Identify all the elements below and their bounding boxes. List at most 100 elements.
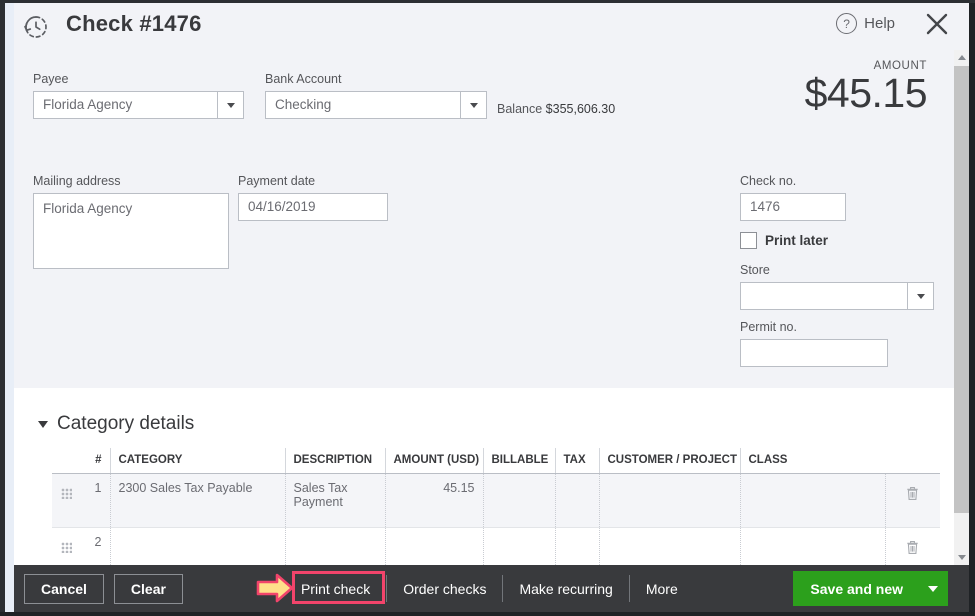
- more-button[interactable]: More: [630, 574, 694, 604]
- th-amount: AMOUNT (USD): [385, 448, 483, 474]
- amount-display: AMOUNT $45.15: [805, 60, 927, 114]
- th-description: DESCRIPTION: [285, 448, 385, 474]
- window-left-accent: [5, 0, 14, 616]
- check-no-field-group: Check no. 1476: [740, 174, 846, 221]
- row-drag-handle[interactable]: [52, 474, 80, 528]
- table-row[interactable]: 1 2300 Sales Tax Payable Sales Tax Payme…: [52, 474, 940, 528]
- window-top-border: [0, 0, 975, 3]
- cell-customer-project[interactable]: [599, 474, 740, 528]
- drag-handle-icon: [61, 488, 72, 499]
- mailing-address-label: Mailing address: [33, 174, 229, 188]
- triangle-down-icon: [38, 421, 48, 428]
- cell-billable[interactable]: [483, 474, 555, 528]
- chevron-down-icon: [470, 103, 478, 108]
- amount-value: $45.15: [805, 73, 927, 114]
- payment-date-input[interactable]: 04/16/2019: [238, 193, 388, 221]
- cell-description[interactable]: Sales Tax Payment: [285, 474, 385, 528]
- mailing-address-input[interactable]: [33, 193, 229, 269]
- dialog-header: Check #1476 ? Help: [14, 3, 969, 50]
- th-customer-project: CUSTOMER / PROJECT: [599, 448, 740, 474]
- save-and-new-button[interactable]: Save and new: [793, 571, 948, 606]
- trash-icon: [906, 540, 919, 555]
- permit-no-field-group: Permit no.: [740, 320, 888, 367]
- category-details-table: # CATEGORY DESCRIPTION AMOUNT (USD) BILL…: [52, 448, 940, 582]
- payment-date-label: Payment date: [238, 174, 388, 188]
- store-label: Store: [740, 263, 934, 277]
- th-grip: [52, 448, 80, 474]
- trash-icon: [906, 486, 919, 501]
- window-right-border: [969, 0, 975, 616]
- order-checks-button[interactable]: Order checks: [387, 574, 502, 604]
- th-billable: BILLABLE: [483, 448, 555, 474]
- print-later-checkbox[interactable]: [740, 232, 757, 249]
- chevron-down-icon: [227, 103, 235, 108]
- bank-account-field-group: Bank Account Checking: [265, 72, 487, 119]
- account-balance: Balance $355,606.30: [497, 102, 615, 116]
- cell-tax[interactable]: [555, 474, 599, 528]
- cell-category[interactable]: 2300 Sales Tax Payable: [110, 474, 285, 528]
- window-bottom-border: [0, 612, 975, 616]
- clock-history-icon[interactable]: [20, 11, 52, 43]
- category-details-toggle[interactable]: Category details: [38, 413, 194, 435]
- balance-label: Balance: [497, 102, 542, 116]
- print-later-label: Print later: [765, 233, 828, 248]
- save-and-new-label: Save and new: [793, 581, 918, 597]
- payee-combobox[interactable]: Florida Agency: [33, 91, 244, 119]
- chevron-down-icon: [917, 294, 925, 299]
- payment-date-field-group: Payment date 04/16/2019: [238, 174, 388, 221]
- page-title-prefix: Check: [66, 11, 133, 36]
- window-left-border: [0, 0, 5, 616]
- th-delete: [885, 448, 940, 474]
- vertical-scrollbar[interactable]: [954, 50, 969, 565]
- bank-account-dropdown-toggle[interactable]: [460, 91, 487, 119]
- check-form-panel: Payee Florida Agency Bank Account Checki…: [14, 50, 955, 388]
- help-button[interactable]: ? Help: [836, 13, 895, 34]
- check-no-input[interactable]: 1476: [740, 193, 846, 221]
- cell-class[interactable]: [740, 474, 885, 528]
- store-combobox[interactable]: [740, 282, 934, 310]
- page-title-number: #1476: [139, 11, 201, 36]
- category-details-title: Category details: [57, 413, 194, 435]
- payee-input[interactable]: Florida Agency: [33, 91, 217, 119]
- cell-number: 1: [80, 474, 110, 528]
- scrollbar-thumb[interactable]: [954, 66, 969, 513]
- scroll-up-arrow-icon[interactable]: [954, 50, 969, 65]
- permit-no-label: Permit no.: [740, 320, 888, 334]
- balance-value: $355,606.30: [546, 102, 616, 116]
- payee-label: Payee: [33, 72, 244, 86]
- row-delete-button[interactable]: [885, 474, 940, 528]
- print-check-button[interactable]: Print check: [285, 574, 386, 604]
- make-recurring-button[interactable]: Make recurring: [503, 574, 628, 604]
- check-entry-window: Check #1476 ? Help Payee Florida Agency …: [0, 0, 975, 616]
- bank-account-input[interactable]: Checking: [265, 91, 460, 119]
- store-input[interactable]: [740, 282, 907, 310]
- scroll-down-arrow-icon[interactable]: [954, 550, 969, 565]
- drag-handle-icon: [61, 542, 72, 553]
- category-details-panel: Category details # CATEGORY DESCRIPTION …: [14, 388, 955, 565]
- payee-dropdown-toggle[interactable]: [217, 91, 244, 119]
- th-tax: TAX: [555, 448, 599, 474]
- bank-account-combobox[interactable]: Checking: [265, 91, 487, 119]
- chevron-down-icon: [928, 586, 938, 592]
- permit-no-input[interactable]: [740, 339, 888, 367]
- th-category: CATEGORY: [110, 448, 285, 474]
- save-dropdown-toggle[interactable]: [918, 571, 948, 606]
- check-no-label: Check no.: [740, 174, 846, 188]
- payee-field-group: Payee Florida Agency: [33, 72, 244, 119]
- store-field-group: Store: [740, 263, 934, 310]
- close-x-icon[interactable]: [923, 10, 951, 38]
- help-label: Help: [864, 15, 895, 32]
- print-later-checkbox-row[interactable]: Print later: [740, 232, 828, 249]
- cell-amount[interactable]: 45.15: [385, 474, 483, 528]
- cancel-button[interactable]: Cancel: [24, 574, 104, 604]
- th-number: #: [80, 448, 110, 474]
- bottom-action-bar: Cancel Clear Print check Order checks Ma…: [5, 565, 970, 612]
- clear-button[interactable]: Clear: [114, 574, 183, 604]
- page-title: Check #1476: [66, 11, 202, 37]
- mailing-address-field-group: Mailing address: [33, 174, 229, 274]
- bank-account-label: Bank Account: [265, 72, 487, 86]
- th-class: CLASS: [740, 448, 885, 474]
- store-dropdown-toggle[interactable]: [907, 282, 934, 310]
- table-header-row: # CATEGORY DESCRIPTION AMOUNT (USD) BILL…: [52, 448, 940, 474]
- question-circle-icon: ?: [836, 13, 857, 34]
